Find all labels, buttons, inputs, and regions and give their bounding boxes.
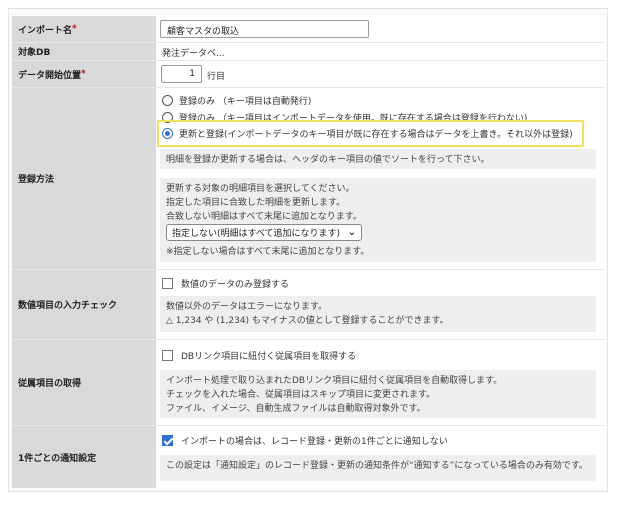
note-line: 数値以外のデータはエラーになります。 bbox=[166, 302, 328, 312]
start-position-label-text: データ開始位置 bbox=[18, 70, 82, 81]
target-db-value: 発注データベ... bbox=[162, 49, 225, 59]
note-line: チェックを入れた場合、従属項目はスキップ項目に変更されます。 bbox=[166, 390, 436, 400]
checkbox-label: DBリンク項目に紐付く従属項目を取得する bbox=[181, 352, 357, 362]
checkbox-label: 数値のデータのみ登録する bbox=[181, 280, 290, 290]
detail-line: 更新する対象の明細項目を選択してください。 bbox=[166, 184, 355, 194]
numeric-check-note: 数値以外のデータはエラーになります。 △ 1,234 や (1,234) もマイ… bbox=[160, 296, 596, 332]
linked-fetch-checkbox[interactable] bbox=[162, 350, 173, 361]
checkmark-icon[interactable] bbox=[162, 435, 173, 446]
notify-note-text: この設定は「通知設定」のレコード登録・更新の通知条件が“通知する”になっている場… bbox=[166, 461, 588, 471]
required-mark: * bbox=[72, 24, 77, 34]
sort-note-text: 明細を登録か更新する場合は、ヘッダのキー項目の値でソートを行って下さい。 bbox=[166, 155, 490, 165]
detail-line: 合致しない明細はすべて末尾に追加となります。 bbox=[166, 212, 362, 222]
select-note: ※指定しない場合はすべて末尾に追加となります。 bbox=[166, 247, 370, 257]
target-db-label-text: 対象DB bbox=[18, 48, 51, 58]
import-name-label: インポート名 * bbox=[12, 16, 156, 42]
registration-method-label-text: 登録方法 bbox=[18, 175, 55, 185]
notify-label: 1件ごとの通知設定 bbox=[12, 426, 156, 488]
numeric-check-label: 数値項目の入力チェック bbox=[12, 270, 156, 339]
import-name-input[interactable]: 顧客マスタの取込 bbox=[160, 20, 369, 38]
chevron-down-icon: ⌄ bbox=[347, 227, 356, 238]
checkbox-label: インポートの場合は、レコード登録・更新の1件ごとに通知しない bbox=[181, 437, 448, 447]
linked-fetch-label-text: 従属項目の取得 bbox=[18, 379, 82, 389]
required-mark: * bbox=[81, 69, 86, 79]
radio-update-and-register[interactable]: 更新と登録(インポートデータのキー項目が既に存在する場合はデータを上書き。それ以… bbox=[162, 127, 573, 140]
linked-fetch-note: インポート処理で取り込まれたDBリンク項目に紐付く従属項目を自動取得します。 チ… bbox=[160, 370, 596, 418]
start-position-label: データ開始位置 * bbox=[12, 61, 156, 87]
start-position-input[interactable]: 1 bbox=[161, 65, 202, 83]
registration-method-label: 登録方法 bbox=[12, 88, 156, 269]
note-line: ファイル、イメージ、自動生成ファイルは自動取得対象外です。 bbox=[166, 404, 426, 414]
radio-button-selected[interactable] bbox=[162, 128, 173, 139]
radio-label: 更新と登録(インポートデータのキー項目が既に存在する場合はデータを上書き。それ以… bbox=[179, 130, 573, 140]
note-line: △ 1,234 や (1,234) もマイナスの値として登録することができます。 bbox=[166, 316, 449, 326]
target-db-label: 対象DB bbox=[12, 43, 156, 60]
start-position-suffix: 行目 bbox=[207, 72, 226, 82]
detail-line: 指定した項目に合致した明細を更新します。 bbox=[166, 198, 346, 208]
notify-option[interactable]: インポートの場合は、レコード登録・更新の1件ごとに通知しない bbox=[162, 434, 448, 447]
radio-register-only-auto[interactable]: 登録のみ （キー項目は自動発行) bbox=[162, 94, 311, 107]
notify-note: この設定は「通知設定」のレコード登録・更新の通知条件が“通知する”になっている場… bbox=[160, 455, 596, 481]
radio-label: 登録のみ （キー項目は自動発行) bbox=[179, 97, 312, 107]
linked-fetch-label: 従属項目の取得 bbox=[12, 340, 156, 425]
numeric-check-label-text: 数値項目の入力チェック bbox=[18, 301, 118, 311]
note-line: インポート処理で取り込まれたDBリンク項目に紐付く従属項目を自動取得します。 bbox=[166, 376, 503, 386]
radio-button[interactable] bbox=[162, 95, 173, 106]
notify-label-text: 1件ごとの通知設定 bbox=[18, 453, 97, 464]
import-name-label-text: インポート名 bbox=[18, 25, 73, 36]
select-value: 指定しない(明細はすべて追加になります) bbox=[172, 229, 341, 239]
linked-fetch-option[interactable]: DBリンク項目に紐付く従属項目を取得する bbox=[162, 349, 356, 362]
numeric-only-checkbox[interactable] bbox=[162, 278, 173, 289]
numeric-only-option[interactable]: 数値のデータのみ登録する bbox=[162, 277, 289, 290]
sort-note: 明細を登録か更新する場合は、ヘッダのキー項目の値でソートを行って下さい。 bbox=[160, 149, 596, 169]
detail-item-select[interactable]: 指定しない(明細はすべて追加になります) ⌄ bbox=[166, 224, 362, 241]
